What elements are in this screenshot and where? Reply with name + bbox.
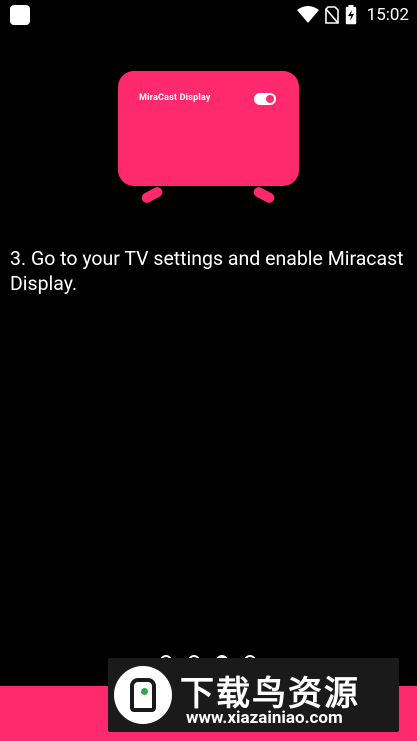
no-sim-icon [324, 6, 339, 24]
watermark: 下载鸟资源 www.xiazainiao.com [108, 658, 399, 732]
watermark-url: www.xiazainiao.com [186, 708, 343, 728]
status-icons: 15:02 [296, 4, 409, 26]
status-bar: 15:02 [0, 0, 417, 30]
tv-leg-right [251, 185, 277, 205]
instruction-text: 3. Go to your TV settings and enable Mir… [10, 247, 404, 295]
app-notification-icon [10, 5, 30, 25]
tv-leg-left [139, 185, 165, 205]
status-time: 15:02 [366, 5, 409, 25]
toggle-icon [254, 93, 276, 105]
bird-logo-icon [114, 666, 172, 724]
tv-illustration: MiraCast Display [118, 71, 299, 186]
wifi-icon [296, 6, 319, 23]
tv-label: MiraCast Display [139, 93, 211, 103]
toggle-knob [266, 95, 274, 103]
battery-charging-icon [345, 5, 356, 25]
